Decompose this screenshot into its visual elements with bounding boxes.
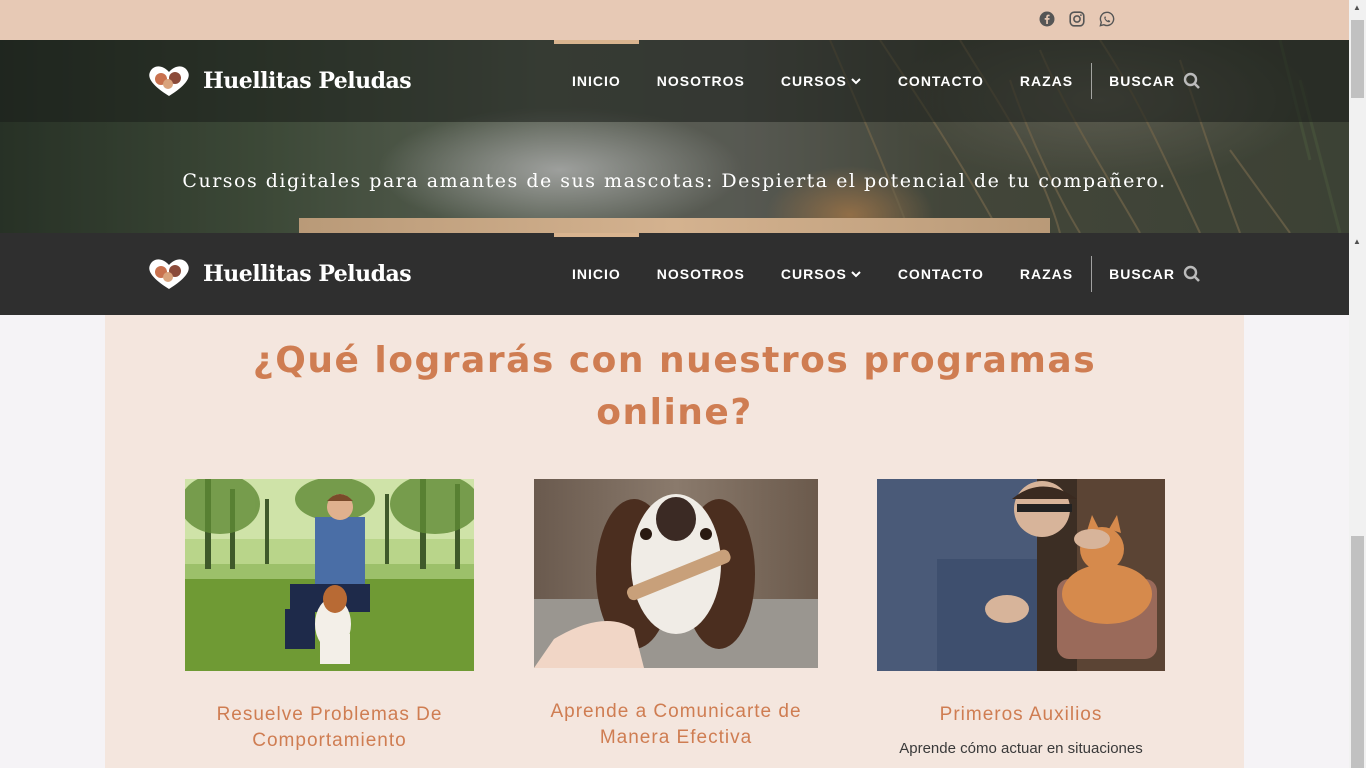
search-button[interactable]: BUSCAR — [1092, 40, 1201, 122]
heart-dog-cat-logo-icon — [149, 66, 189, 96]
card-title-communication: Aprende a Comunicarte de Manera Efectiva — [550, 701, 802, 748]
site-brand[interactable]: Huellitas Peludas — [147, 64, 412, 98]
top-bar — [0, 0, 1349, 40]
site-brand-sticky[interactable]: Huellitas Peludas — [147, 257, 412, 291]
section-heading-line2: online? — [596, 392, 753, 433]
chevron-down-icon — [851, 78, 861, 85]
heart-dog-cat-logo-icon — [149, 259, 189, 289]
card-title-first-aid: Primeros Auxilios — [939, 704, 1103, 725]
whatsapp-icon[interactable] — [1099, 11, 1115, 27]
benefits-section: ¿Qué lograrás con nuestros programas onl… — [105, 315, 1244, 768]
page-scrollbar[interactable]: ▲ ▲ — [1349, 0, 1366, 768]
nav-item-nosotros[interactable]: NOSOTROS — [639, 40, 763, 122]
hero-tagline: Cursos digitales para amantes de sus mas… — [182, 170, 1167, 192]
card-image-behavior — [185, 479, 474, 671]
nav-item-cursos-label: CURSOS — [780, 266, 847, 282]
nav-item-inicio[interactable]: INICIO — [554, 40, 639, 122]
nav-item-contacto[interactable]: CONTACTO — [880, 233, 1002, 315]
nav-item-cursos[interactable]: CURSOS — [763, 40, 880, 122]
facebook-icon[interactable] — [1039, 11, 1055, 27]
nav-item-cursos-label: CURSOS — [780, 73, 847, 89]
nav-item-cursos[interactable]: CURSOS — [763, 233, 880, 315]
nav-item-nosotros[interactable]: NOSOTROS — [639, 233, 763, 315]
search-button[interactable]: BUSCAR — [1092, 233, 1201, 315]
nav-menu: INICIO NOSOTROS CURSOS CONTACTO RAZAS BU… — [554, 233, 1201, 315]
card-image-communication — [534, 479, 818, 668]
search-icon — [1183, 265, 1200, 282]
nav-item-contacto[interactable]: CONTACTO — [880, 40, 1002, 122]
scroll-up-arrow-icon[interactable]: ▲ — [1353, 4, 1362, 12]
scroll-up-arrow-icon[interactable]: ▲ — [1353, 238, 1362, 246]
brand-name: Huellitas Peludas — [203, 68, 412, 94]
sticky-navigation: Huellitas Peludas INICIO NOSOTROS CURSOS… — [0, 233, 1349, 315]
card-text-first-aid: Aprende cómo actuar en situaciones — [899, 740, 1143, 757]
nav-menu: INICIO NOSOTROS CURSOS CONTACTO RAZAS BU… — [554, 40, 1201, 122]
nav-item-inicio[interactable]: INICIO — [554, 233, 639, 315]
instagram-icon[interactable] — [1069, 11, 1085, 27]
section-heading-line1: ¿Qué lograrás con nuestros programas — [252, 340, 1097, 381]
hero-accent-stripe — [299, 218, 1050, 233]
chevron-down-icon — [851, 271, 861, 278]
scrollbar-thumb[interactable] — [1351, 20, 1364, 98]
search-label: BUSCAR — [1109, 73, 1175, 89]
brand-name: Huellitas Peludas — [203, 261, 412, 287]
nav-item-razas[interactable]: RAZAS — [1002, 233, 1091, 315]
search-icon — [1183, 72, 1200, 89]
card-title-behavior: Resuelve Problemas De Comportamiento — [216, 704, 443, 751]
section-heading: ¿Qué lograrás con nuestros programas onl… — [105, 335, 1244, 439]
card-image-first-aid — [877, 479, 1165, 671]
search-label: BUSCAR — [1109, 266, 1175, 282]
social-links — [1039, 11, 1115, 27]
main-navigation: Huellitas Peludas INICIO NOSOTROS CURSOS… — [0, 40, 1349, 122]
scrollbar-thumb-lower[interactable] — [1351, 536, 1364, 768]
nav-item-razas[interactable]: RAZAS — [1002, 40, 1091, 122]
